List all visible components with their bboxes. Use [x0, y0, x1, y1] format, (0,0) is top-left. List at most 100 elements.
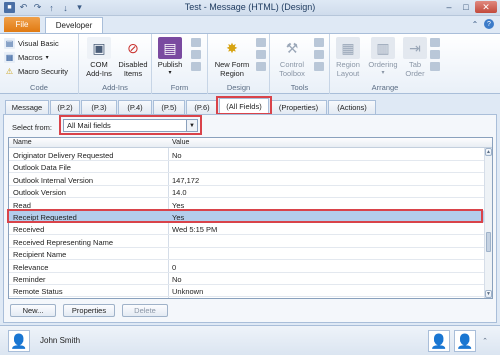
tab-developer[interactable]: Developer — [45, 17, 103, 33]
table-row[interactable]: Read Yes — [9, 199, 485, 211]
chevron-down-icon[interactable]: ▼ — [186, 120, 197, 131]
table-row[interactable]: Remote Status Unknown — [9, 285, 485, 298]
group-label-form: Form — [170, 83, 189, 92]
tab-all-fields[interactable]: (All Fields) — [219, 98, 269, 114]
title-bar: ■ ↶ ↷ ↑ ↓ ▾ Test - Message (HTML) (Desig… — [0, 0, 500, 16]
chevron-up-icon[interactable]: ⌃ — [480, 334, 490, 348]
publish-button[interactable]: ▤ Publish ▾ — [155, 37, 185, 78]
tab-p3[interactable]: (P.3) — [81, 100, 117, 114]
table-row[interactable]: Outlook Version 14.0 — [9, 186, 485, 199]
tools-small-icon[interactable] — [314, 50, 324, 59]
region-layout-button[interactable]: ▦ Region Layout — [332, 37, 364, 78]
maximize-icon[interactable]: □ — [458, 1, 474, 13]
person-name[interactable]: John Smith — [40, 336, 80, 345]
group-label-design: Design — [226, 83, 251, 92]
avatar[interactable]: 👤 — [428, 330, 450, 352]
column-header-value[interactable]: Value — [172, 139, 189, 146]
tab-properties[interactable]: (Properties) — [270, 100, 327, 114]
minimize-ribbon-icon[interactable]: ⌃ — [470, 19, 480, 29]
design-small-icon[interactable] — [256, 38, 266, 47]
arrange-small-buttons — [430, 38, 440, 71]
com-add-ins-icon: ▣ — [87, 37, 111, 59]
ordering-button[interactable]: ▥ Ordering ▾ — [366, 37, 400, 78]
com-add-ins-button[interactable]: ▣ COM Add-Ins — [83, 37, 115, 78]
table-row[interactable]: Outlook Internal Version 147,172 — [9, 174, 485, 186]
close-icon[interactable]: ✕ — [475, 1, 497, 13]
field-value-cell: 14.0 — [172, 188, 187, 198]
scroll-thumb[interactable] — [486, 232, 491, 252]
form-small-icon[interactable] — [191, 62, 201, 71]
toolbox-icon: ⚒ — [285, 39, 299, 56]
field-name-cell: Remote Status — [13, 287, 63, 297]
new-button[interactable]: New... — [10, 304, 56, 317]
avatar[interactable]: 👤 — [454, 330, 476, 352]
people-pane: 👤 John Smith 👤 👤 ⌃ — [0, 325, 500, 355]
tab-message[interactable]: Message — [5, 100, 49, 114]
tools-small-icon[interactable] — [314, 62, 324, 71]
form-small-icon[interactable] — [191, 38, 201, 47]
field-name-cell: Outlook Internal Version — [13, 175, 94, 185]
people-pane-avatars: 👤 👤 ⌃ — [428, 330, 490, 352]
region-layout-icon: ▦ — [336, 37, 360, 59]
table-row[interactable]: Receipt Requested Yes — [9, 211, 485, 223]
field-value-cell: Yes — [172, 213, 185, 222]
field-name-cell: Received — [13, 225, 45, 235]
delete-button[interactable]: Delete — [122, 304, 168, 317]
all-fields-page: Select from: All Mail fields ▼ Name Valu… — [3, 114, 497, 323]
field-name-cell: Reminder — [13, 275, 46, 284]
scroll-up-icon[interactable]: ▲ — [485, 148, 492, 156]
scroll-down-icon[interactable]: ▼ — [485, 290, 492, 298]
arrange-small-icon[interactable] — [430, 62, 440, 71]
field-value-cell: Unknown — [172, 287, 204, 297]
form-page-tabs: Message (P.2) (P.3) (P.4) (P.5) (P.6) (A… — [0, 95, 500, 115]
table-row[interactable]: Reminder No — [9, 273, 485, 285]
field-name-cell: Receipt Requested — [13, 213, 77, 222]
new-form-region-icon: ✸ — [226, 39, 238, 56]
select-from-dropdown[interactable]: All Mail fields ▼ — [63, 119, 198, 132]
minimize-icon[interactable]: – — [441, 1, 457, 13]
field-value-cell: No — [172, 151, 182, 160]
window-controls: – □ ✕ — [441, 1, 497, 13]
tab-p2[interactable]: (P.2) — [50, 100, 80, 114]
tab-p5[interactable]: (P.5) — [153, 100, 185, 114]
visual-basic-icon: ▤ — [4, 38, 15, 49]
visual-basic-button[interactable]: ▤ Visual Basic — [4, 38, 59, 49]
design-small-icon[interactable] — [256, 50, 266, 59]
group-arrange: ▦ Region Layout ▥ Ordering ▾ ⇥ Tab Order… — [330, 34, 440, 94]
ribbon-tab-row: File Developer ⌃ ? — [0, 16, 500, 33]
table-row[interactable]: Received Wed 5:15 PM — [9, 223, 485, 236]
tab-file[interactable]: File — [4, 17, 40, 32]
form-small-icon[interactable] — [191, 50, 201, 59]
table-row[interactable]: Relevance 0 — [9, 261, 485, 273]
table-scrollbar[interactable]: ▲ ▼ — [484, 148, 492, 298]
table-row[interactable]: Outlook Data File — [9, 161, 485, 174]
new-form-region-button[interactable]: ✸ New Form Region — [211, 37, 253, 79]
macros-button[interactable]: ▦ Macros ▾ — [4, 52, 49, 63]
control-toolbox-button[interactable]: ⚒ Control Toolbox — [275, 37, 309, 79]
tab-p4[interactable]: (P.4) — [118, 100, 152, 114]
tab-order-button[interactable]: ⇥ Tab Order — [402, 37, 428, 78]
field-name-cell: Relevance — [13, 262, 49, 272]
arrange-small-icon[interactable] — [430, 38, 440, 47]
tab-p6[interactable]: (P.6) — [186, 100, 218, 114]
table-row[interactable]: Originator Delivery Requested No — [9, 149, 485, 161]
disabled-items-button[interactable]: ⊘ Disabled Items — [116, 37, 150, 79]
group-code: ▤ Visual Basic ▦ Macros ▾ ⚠ Macro Securi… — [0, 34, 79, 94]
tools-small-icon[interactable] — [314, 38, 324, 47]
warning-icon: ⚠ — [5, 67, 14, 76]
macros-icon: ▦ — [4, 52, 15, 63]
design-small-icon[interactable] — [256, 62, 266, 71]
table-row[interactable]: Recipient Name — [9, 248, 485, 261]
field-name-cell: Outlook Data File — [13, 163, 71, 173]
avatar[interactable]: 👤 — [8, 330, 30, 352]
help-icon[interactable]: ? — [484, 19, 494, 29]
field-value-cell: 147,172 — [172, 175, 200, 185]
properties-button[interactable]: Properties — [63, 304, 115, 317]
group-label-arrange: Arrange — [371, 83, 399, 92]
field-value-cell: Wed 5:15 PM — [172, 225, 218, 235]
tab-actions[interactable]: (Actions) — [328, 100, 376, 114]
table-row[interactable]: Received Representing Name — [9, 236, 485, 248]
arrange-small-icon[interactable] — [430, 50, 440, 59]
macro-security-button[interactable]: ⚠ Macro Security — [4, 66, 68, 77]
column-header-name[interactable]: Name — [13, 139, 32, 146]
